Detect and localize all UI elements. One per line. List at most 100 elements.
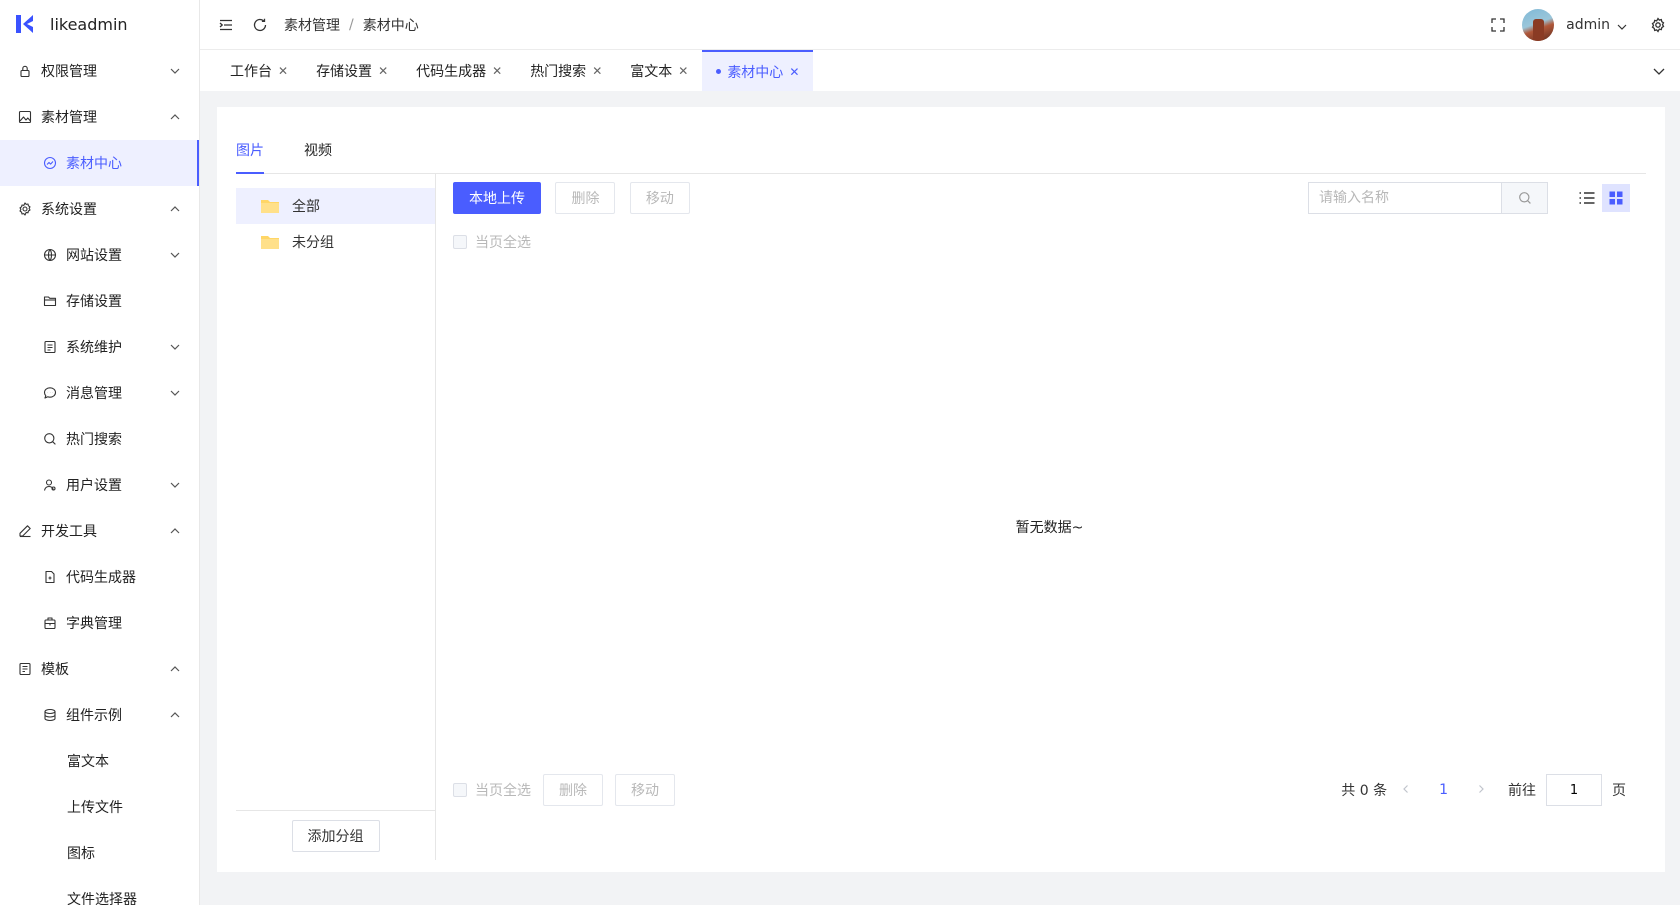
chevron-up-icon (170, 712, 180, 718)
list-view-icon[interactable] (1578, 189, 1596, 207)
globe-icon (43, 248, 57, 262)
logo[interactable]: likeadmin (0, 0, 199, 48)
refresh-icon[interactable] (252, 17, 268, 33)
collapse-menu-icon[interactable] (218, 17, 234, 33)
folder-icon (261, 200, 279, 213)
goto-page-input[interactable] (1546, 774, 1602, 806)
sidebar-item[interactable]: 系统维护 (0, 324, 199, 370)
sidebar-item[interactable]: 字典管理 (0, 600, 199, 646)
sidebar-item[interactable]: 系统设置 (0, 186, 199, 232)
close-icon[interactable]: ✕ (789, 65, 799, 79)
sidebar-item-label: 代码生成器 (66, 570, 136, 586)
sidebar-item[interactable]: 图标 (0, 830, 199, 876)
close-icon[interactable]: ✕ (592, 64, 602, 78)
search-input[interactable] (1309, 183, 1501, 213)
sidebar-item[interactable]: 权限管理 (0, 48, 199, 94)
sidebar-item[interactable]: 代码生成器 (0, 554, 199, 600)
prev-page-icon[interactable] (1401, 782, 1411, 798)
database-icon (43, 708, 57, 722)
sidebar-item[interactable]: 富文本 (0, 738, 199, 784)
header-right: admin (1490, 0, 1666, 50)
sidebar-item-label: 字典管理 (66, 616, 122, 632)
lock-icon (18, 64, 32, 78)
local-upload-button[interactable]: 本地上传 (453, 182, 541, 214)
group-item-ungrouped[interactable]: 未分组 (236, 224, 435, 260)
active-dot-icon (716, 69, 722, 74)
page-tab[interactable]: 存储设置 ✕ (302, 50, 402, 91)
sidebar-item[interactable]: 热门搜索 (0, 416, 199, 462)
tab-images[interactable]: 图片 (236, 131, 264, 174)
move-button[interactable]: 移动 (629, 182, 690, 214)
close-icon[interactable]: ✕ (278, 64, 288, 78)
template-icon (18, 662, 32, 676)
search-icon (1518, 192, 1531, 204)
tab-videos[interactable]: 视频 (304, 131, 332, 174)
footer-move-button[interactable]: 移动 (615, 774, 675, 806)
sidebar-item[interactable]: 消息管理 (0, 370, 199, 416)
page-tabs-bar: 工作台 ✕ 存储设置 ✕ 代码生成器 ✕ 热门搜索 ✕ 富文本 ✕ 素材中心 ✕ (200, 50, 1680, 91)
add-group-button[interactable]: 添加分组 (291, 819, 380, 852)
tabs-more-chevron-icon[interactable] (1652, 64, 1666, 78)
pen-icon (18, 524, 32, 538)
message-icon (43, 386, 57, 400)
page-tab[interactable]: 热门搜索 ✕ (516, 50, 616, 91)
sidebar-item-label: 素材管理 (41, 110, 97, 126)
chevron-up-icon (170, 528, 180, 534)
group-panel: 全部 未分组 添加分组 (236, 174, 436, 860)
group-item-all[interactable]: 全部 (236, 188, 435, 224)
close-icon[interactable]: ✕ (492, 64, 502, 78)
checkbox-box[interactable] (453, 235, 467, 249)
page-tab[interactable]: 素材中心 ✕ (702, 50, 814, 91)
search-button[interactable] (1501, 183, 1547, 213)
goto-page: 前往 页 (1508, 774, 1626, 806)
delete-button[interactable]: 删除 (555, 182, 616, 214)
next-page-icon[interactable] (1476, 782, 1486, 798)
sidebar-item[interactable]: 文件选择器 (0, 876, 199, 905)
maintenance-icon (43, 340, 57, 354)
breadcrumb-item[interactable]: 素材管理 (284, 15, 340, 35)
select-all-checkbox[interactable]: 当页全选 (453, 232, 531, 252)
grid-view-icon[interactable] (1602, 184, 1630, 212)
sidebar-item[interactable]: 素材管理 (0, 94, 199, 140)
sidebar-item[interactable]: 素材中心 (0, 140, 199, 186)
sidebar-item-label: 用户设置 (66, 478, 122, 494)
sidebar-item-label: 素材中心 (66, 156, 122, 172)
sidebar-item-label: 模板 (41, 662, 69, 678)
material-icon (43, 156, 57, 170)
name-search (1308, 182, 1548, 214)
sidebar-item[interactable]: 组件示例 (0, 692, 199, 738)
chevron-up-icon (170, 666, 180, 672)
page-tab[interactable]: 富文本 ✕ (616, 50, 702, 91)
username[interactable]: admin (1566, 17, 1610, 33)
sidebar-item-label: 开发工具 (41, 524, 97, 540)
settings-gear-icon[interactable] (1650, 17, 1666, 33)
current-page[interactable]: 1 (1439, 782, 1448, 798)
sidebar-item-label: 图标 (67, 846, 95, 862)
sidebar-item[interactable]: 用户设置 (0, 462, 199, 508)
goto-label: 前往 (1508, 783, 1536, 799)
page-tab[interactable]: 代码生成器 ✕ (402, 50, 516, 91)
sidebar-item[interactable]: 网站设置 (0, 232, 199, 278)
sidebar-item[interactable]: 上传文件 (0, 784, 199, 830)
close-icon[interactable]: ✕ (678, 64, 688, 78)
top-header: 素材管理 / 素材中心 admin (200, 0, 1680, 50)
sidebar-item-label: 网站设置 (66, 248, 122, 264)
page-tab[interactable]: 工作台 ✕ (216, 50, 302, 91)
sidebar-item[interactable]: 开发工具 (0, 508, 199, 554)
footer-select-all-checkbox[interactable]: 当页全选 (453, 780, 531, 800)
footer-delete-button[interactable]: 删除 (543, 774, 603, 806)
folder-open-icon (43, 294, 57, 308)
sidebar-item-label: 系统维护 (66, 340, 122, 356)
sidebar-item[interactable]: 存储设置 (0, 278, 199, 324)
avatar[interactable] (1522, 9, 1555, 41)
material-toolbar: 本地上传 删除 移动 (453, 182, 1646, 214)
close-icon[interactable]: ✕ (378, 64, 388, 78)
pagination-total: 共 0 条 (1341, 783, 1388, 799)
sidebar-menu: 权限管理素材管理素材中心系统设置网站设置存储设置系统维护消息管理 热门搜索用户设置… (0, 48, 199, 905)
group-footer: 添加分组 (236, 810, 435, 860)
chevron-down-icon[interactable] (1616, 19, 1628, 31)
fullscreen-icon[interactable] (1490, 17, 1506, 33)
sidebar-item[interactable]: 模板 (0, 646, 199, 692)
material-center-card: 图片 视频 全部 未分组 添加分组 本地上传 删除 移动 请输入名称 当页全选 … (217, 107, 1665, 872)
checkbox-box[interactable] (453, 783, 467, 797)
